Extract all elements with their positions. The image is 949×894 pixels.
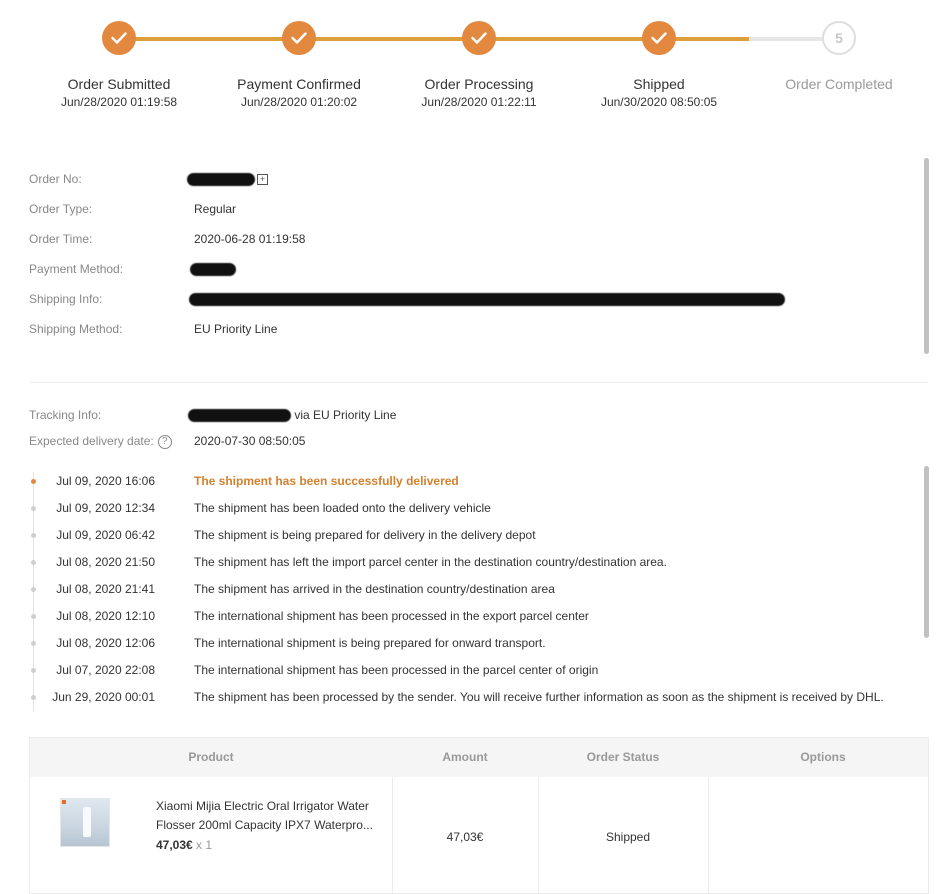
redacted-payment-method [190,263,236,277]
copy-icon[interactable]: + [257,174,268,186]
event-date: Jul 09, 2020 06:42 [56,528,155,542]
check-icon [462,21,496,55]
header-amount: Amount [442,750,488,764]
step-label: Shipped [633,76,685,92]
shipping-method-label: Shipping Method: [29,322,123,336]
tracking-carrier: via EU Priority Line [294,408,397,422]
step-time: Jun/28/2020 01:19:58 [60,95,178,109]
help-icon[interactable]: ? [157,434,172,449]
product-name-link[interactable]: Xiaomi Mijia Electric Oral Irrigator Wat… [156,797,381,835]
check-icon [282,21,316,55]
redacted-order-no [187,173,255,187]
order-type-value: Regular [194,202,237,216]
event-description: The shipment has been loaded onto the de… [194,501,491,515]
event-date: Jul 09, 2020 12:34 [56,501,155,515]
order-progress: Order Submitted Jun/28/2020 01:19:58 Pay… [0,0,949,130]
check-icon [102,21,136,55]
event-description: The international shipment is being prep… [194,636,546,650]
order-items-table: Product Amount Order Status Options Xiao… [29,737,929,894]
shipping-method-value: EU Priority Line [194,322,278,336]
header-product: Product [188,750,234,764]
table-header: Product Amount Order Status Options [30,738,928,777]
step-label: Order Submitted [67,76,171,92]
event-description: The international shipment has been proc… [194,609,589,623]
event-date: Jun 29, 2020 00:01 [52,690,155,704]
header-options: Options [800,750,846,764]
event-date: Jul 08, 2020 21:41 [56,582,155,596]
order-time-label: Order Time: [29,232,93,246]
timeline-event: Jul 09, 2020 06:42 The shipment is being… [29,527,909,543]
order-time-value: 2020-06-28 01:19:58 [194,232,306,246]
event-description: The shipment has been successfully deliv… [194,474,459,488]
timeline-event: Jul 09, 2020 16:06 The shipment has been… [29,473,909,489]
timeline-event: Jul 09, 2020 12:34 The shipment has been… [29,500,909,516]
timeline-event: Jul 08, 2020 21:50 The shipment has left… [29,554,909,570]
tracking-info-label: Tracking Info: [29,408,102,422]
event-date: Jul 07, 2020 22:08 [56,663,155,677]
payment-method-label: Payment Method: [29,262,124,276]
step-time: Jun/30/2020 08:50:05 [600,95,718,109]
timeline-scrollbar[interactable] [924,466,929,638]
order-no-label: Order No: [29,172,82,186]
timeline-event: Jun 29, 2020 00:01 The shipment has been… [29,689,909,705]
status-cell: Shipped [605,830,651,844]
expected-delivery-value: 2020-07-30 08:50:05 [194,434,306,448]
timeline-event: Jul 08, 2020 12:10 The international shi… [29,608,909,624]
timeline-event: Jul 08, 2020 21:41 The shipment has arri… [29,581,909,597]
timeline-event: Jul 08, 2020 12:06 The international shi… [29,635,909,651]
step-label: Order Completed [785,76,893,92]
unit-price: 47,03€ [156,838,193,852]
event-description: The international shipment has been proc… [194,663,599,677]
step-label: Payment Confirmed [237,76,361,92]
event-description: The shipment is being prepared for deliv… [194,528,536,542]
step-time: Jun/28/2020 01:20:02 [240,95,358,109]
check-icon [642,21,676,55]
event-description: The shipment has arrived in the destinat… [194,582,555,596]
quantity: x 1 [196,838,213,852]
tracking-timeline: Jul 09, 2020 16:06 The shipment has been… [29,466,909,711]
timeline-event: Jul 07, 2020 22:08 The international shi… [29,662,909,678]
info-scrollbar[interactable] [924,158,929,354]
event-date: Jul 08, 2020 12:10 [56,609,155,623]
amount-cell: 47,03€ [446,830,484,844]
divider [29,382,928,383]
order-type-label: Order Type: [29,202,93,216]
header-order-status: Order Status [586,750,660,764]
redacted-tracking-number[interactable] [188,409,291,423]
step-time: Jun/28/2020 01:22:11 [421,95,537,109]
product-price: 47,03€ x 1 [156,838,212,852]
shipping-info-label: Shipping Info: [29,292,103,306]
redacted-shipping-info [189,293,785,307]
event-date: Jul 09, 2020 16:06 [56,474,155,488]
step-label: Order Processing [424,76,534,92]
product-thumbnail[interactable] [60,798,110,847]
event-description: The shipment has left the import parcel … [194,555,667,569]
event-date: Jul 08, 2020 12:06 [56,636,155,650]
event-date: Jul 08, 2020 21:50 [56,555,155,569]
step-number-badge: 5 [822,21,856,55]
event-description: The shipment has been processed by the s… [194,690,884,704]
expected-delivery-label: Expected delivery date: [29,434,154,448]
